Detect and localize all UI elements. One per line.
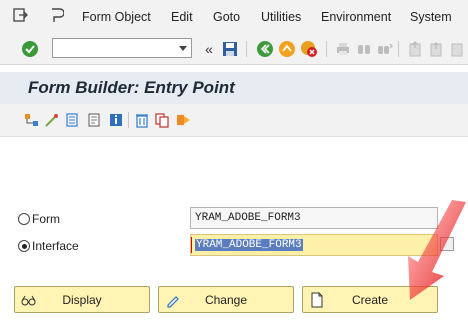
layout-icon[interactable] — [64, 112, 80, 128]
magic-wand-icon[interactable] — [44, 112, 60, 128]
cancel-icon[interactable] — [299, 39, 319, 59]
display-button[interactable]: Display — [14, 286, 150, 313]
toolbar-separator — [246, 41, 247, 57]
exit-menu-icon[interactable] — [12, 7, 28, 23]
document-icon[interactable] — [86, 112, 102, 128]
change-button[interactable]: Change — [158, 286, 294, 313]
menu-bar: Form Object Edit Goto Utilities Environm… — [0, 0, 468, 34]
page-title: Form Builder: Entry Point — [28, 78, 235, 97]
enter-icon[interactable] — [20, 39, 40, 59]
title-bar: Form Builder: Entry Point — [0, 72, 468, 104]
rename-icon[interactable] — [176, 112, 192, 128]
hierarchy-icon[interactable] — [24, 112, 40, 128]
find-icon[interactable] — [354, 39, 374, 59]
interface-label: Interface — [32, 239, 79, 253]
menu-utilities[interactable]: Utilities — [261, 10, 301, 24]
exit-icon[interactable] — [277, 39, 297, 59]
next-page-icon[interactable] — [447, 39, 467, 59]
command-field[interactable] — [52, 38, 192, 58]
find-next-icon[interactable] — [375, 39, 395, 59]
application-toolbar — [0, 104, 468, 137]
menu-environment[interactable]: Environment — [321, 10, 391, 24]
copy-icon[interactable] — [154, 112, 170, 128]
form-radio[interactable] — [18, 213, 30, 225]
menu-form-object[interactable]: Form Object — [82, 10, 151, 24]
info-icon[interactable] — [108, 112, 124, 128]
annotation-arrow — [408, 200, 466, 300]
command-history-icon[interactable]: « — [199, 39, 219, 59]
back-green-icon[interactable] — [255, 39, 275, 59]
toolbar-separator — [326, 41, 327, 57]
first-page-icon[interactable] — [405, 39, 425, 59]
interface-radio[interactable] — [18, 240, 30, 252]
chevron-down-icon[interactable] — [179, 46, 187, 51]
print-icon[interactable] — [333, 39, 353, 59]
menu-edit[interactable]: Edit — [171, 10, 193, 24]
form-label: Form — [32, 212, 60, 226]
standard-toolbar: « — [0, 34, 468, 65]
menu-system[interactable]: System — [410, 10, 452, 24]
system-menu-icon[interactable] — [50, 8, 64, 23]
menu-goto[interactable]: Goto — [213, 10, 240, 24]
prev-page-icon[interactable] — [426, 39, 446, 59]
delete-icon[interactable] — [134, 112, 150, 128]
toolbar-separator — [128, 112, 129, 128]
text-cursor — [191, 237, 192, 253]
toolbar-separator — [398, 41, 399, 57]
save-icon[interactable] — [220, 39, 240, 59]
